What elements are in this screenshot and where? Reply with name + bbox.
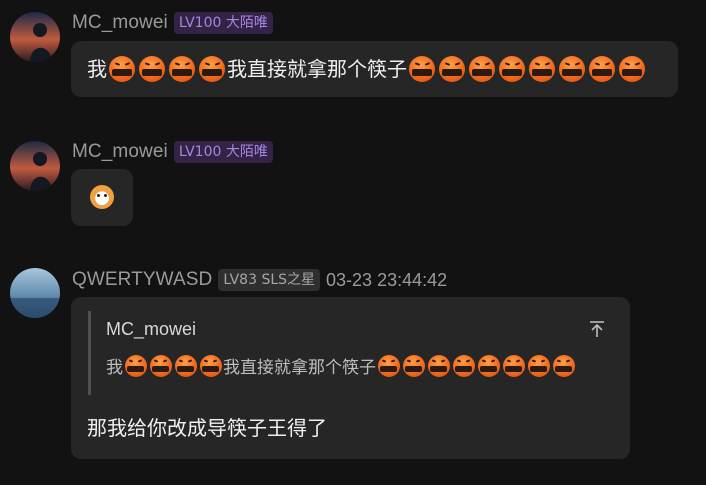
angry-cursing-emoji xyxy=(499,56,525,82)
quoted-message[interactable]: MC_mowei 我 我直接就拿那个筷子 xyxy=(88,311,611,395)
angry-cursing-emoji xyxy=(109,56,135,82)
angry-cursing-emoji xyxy=(124,354,147,377)
avatar[interactable] xyxy=(10,12,60,62)
pin-top-icon[interactable] xyxy=(587,319,607,339)
quoted-username: MC_mowei xyxy=(106,319,197,339)
avatar-image xyxy=(10,141,60,191)
angry-cursing-emoji xyxy=(529,56,555,82)
message-header: MC_mowei LV100 大陌唯 xyxy=(72,139,273,165)
angry-cursing-emoji xyxy=(409,56,435,82)
username[interactable]: MC_mowei xyxy=(72,12,168,34)
angry-cursing-emoji xyxy=(589,56,615,82)
angry-cursing-emoji xyxy=(402,354,425,377)
angry-cursing-emoji xyxy=(559,56,585,82)
message-header: MC_mowei LV100 大陌唯 xyxy=(72,10,273,36)
level-badge: LV100 大陌唯 xyxy=(173,141,273,163)
angry-cursing-emoji xyxy=(619,56,645,82)
text-prefix: 我 xyxy=(87,57,107,81)
angry-cursing-emoji xyxy=(427,354,450,377)
angry-cursing-emoji xyxy=(174,354,197,377)
angry-cursing-emoji xyxy=(502,354,525,377)
angry-cursing-emoji xyxy=(199,56,225,82)
angry-cursing-emoji xyxy=(199,354,222,377)
angry-cursing-emoji xyxy=(149,354,172,377)
username[interactable]: MC_mowei xyxy=(72,141,168,163)
avatar[interactable] xyxy=(10,268,60,318)
quoted-text: 我 我直接就拿那个筷子 xyxy=(106,353,576,378)
angry-cursing-emoji xyxy=(439,56,465,82)
angry-cursing-emoji xyxy=(527,354,550,377)
username[interactable]: QWERTYWASD xyxy=(72,269,212,291)
message-header: QWERTYWASD LV83 SLS之星 03-23 23:44:42 xyxy=(72,267,447,293)
dog-sticker xyxy=(90,185,114,209)
timestamp: 03-23 23:44:42 xyxy=(326,269,448,290)
angry-cursing-emoji xyxy=(469,56,495,82)
angry-cursing-emoji xyxy=(377,354,400,377)
quoted-text-prefix: 我 xyxy=(106,358,123,378)
quoted-text-mid: 我直接就拿那个筷子 xyxy=(223,358,376,378)
avatar-image xyxy=(10,268,60,318)
level-badge: LV100 大陌唯 xyxy=(173,12,273,34)
angry-cursing-emoji xyxy=(169,56,195,82)
angry-cursing-emoji xyxy=(452,354,475,377)
level-badge: LV83 SLS之星 xyxy=(218,269,321,291)
avatar-image xyxy=(10,12,60,62)
angry-cursing-emoji xyxy=(139,56,165,82)
angry-cursing-emoji xyxy=(552,354,575,377)
message-bubble[interactable]: 我 我直接就拿那个筷子 xyxy=(71,41,678,97)
reply-text: 那我给你改成导筷子王得了 xyxy=(87,416,327,440)
text-mid: 我直接就拿那个筷子 xyxy=(227,57,407,81)
sticker-bubble[interactable] xyxy=(71,169,133,226)
avatar[interactable] xyxy=(10,141,60,191)
message-text: 我 我直接就拿那个筷子 xyxy=(87,56,647,82)
chat-panel: MC_mowei LV100 大陌唯 我 我直接就拿那个筷子 MC_mowei … xyxy=(0,0,706,485)
angry-cursing-emoji xyxy=(477,354,500,377)
